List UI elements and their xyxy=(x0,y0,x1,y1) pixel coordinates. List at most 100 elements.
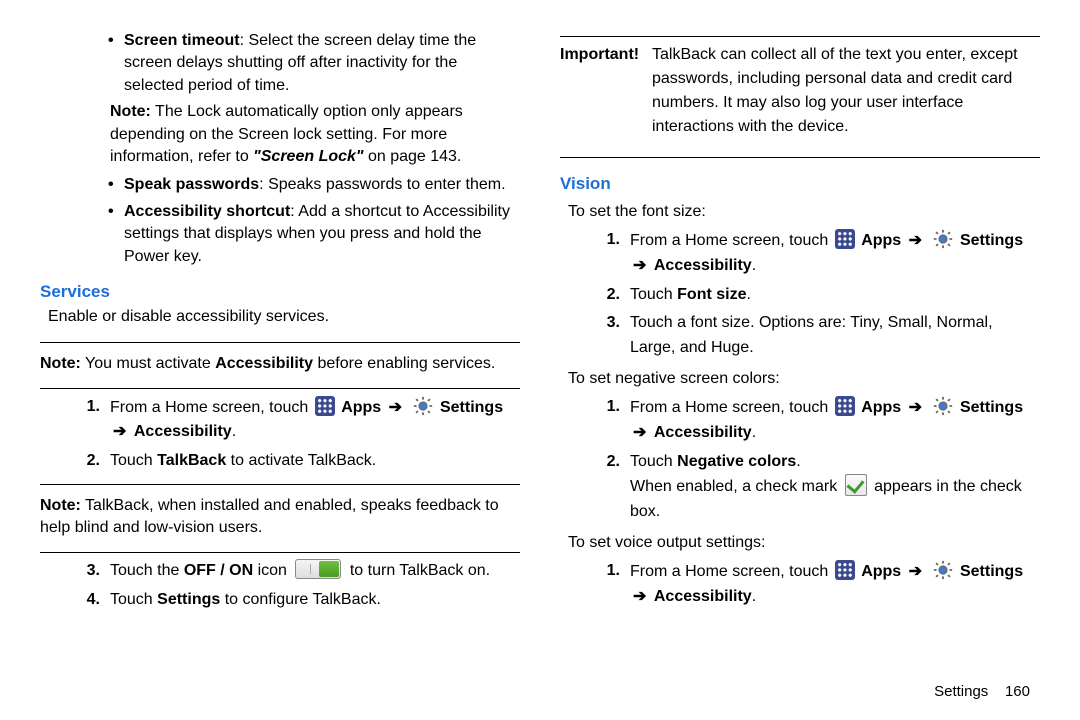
note-text: TalkBack, when installed and enabled, sp… xyxy=(40,497,499,536)
accessibility-label: Accessibility xyxy=(654,588,752,605)
checked-pre: When enabled, a check mark xyxy=(630,478,842,495)
accessibility-label: Accessibility xyxy=(134,423,232,440)
important-note: Important! TalkBack can collect all of t… xyxy=(560,43,1040,139)
note-text: You must activate xyxy=(81,355,215,372)
gear-icon xyxy=(932,559,954,581)
step-bold: OFF / ON xyxy=(184,562,253,579)
step-text: Touch xyxy=(630,453,677,470)
important-label: Important! xyxy=(560,43,652,139)
page-footer: Settings 160 xyxy=(560,669,1040,700)
arrow-icon: ➔ xyxy=(633,588,646,605)
footer-page: 160 xyxy=(1005,683,1030,700)
gear-icon xyxy=(932,395,954,417)
apps-label: Apps xyxy=(861,232,901,249)
steps-services: 1. From a Home screen, touch Apps ➔ Sett… xyxy=(40,395,520,478)
steps-voice: 1. From a Home screen, touch Apps ➔ Sett… xyxy=(560,559,1040,614)
vision-heading: Vision xyxy=(560,174,1040,194)
apps-icon xyxy=(315,396,335,416)
step-1: 1. From a Home screen, touch Apps ➔ Sett… xyxy=(560,395,1040,446)
step-text: Touch xyxy=(110,591,157,608)
step-1: 1. From a Home screen, touch Apps ➔ Sett… xyxy=(40,395,520,446)
divider xyxy=(40,484,520,485)
check-icon xyxy=(845,474,867,496)
right-column: Important! TalkBack can collect all of t… xyxy=(560,30,1040,700)
bullet-text: : Speaks passwords to enter them. xyxy=(259,176,505,193)
note-link[interactable]: "Screen Lock" xyxy=(253,148,363,165)
important-text: TalkBack can collect all of the text you… xyxy=(652,43,1040,139)
note-label: Note: xyxy=(40,355,81,372)
gear-icon xyxy=(412,395,434,417)
divider xyxy=(40,388,520,389)
settings-label: Settings xyxy=(960,399,1023,416)
bullet-label: Speak passwords xyxy=(124,176,259,193)
note-bold: Accessibility xyxy=(215,355,313,372)
arrow-icon: ➔ xyxy=(909,232,922,249)
bullet-icon: • xyxy=(108,201,118,268)
arrow-icon: ➔ xyxy=(909,399,922,416)
arrow-icon: ➔ xyxy=(113,423,126,440)
step-text: Touch the xyxy=(110,562,184,579)
bullet-screen-timeout: • Screen timeout: Select the screen dela… xyxy=(40,30,520,97)
services-heading: Services xyxy=(40,282,520,302)
note-accessibility: Note: You must activate Accessibility be… xyxy=(40,353,520,375)
steps-negative: 1. From a Home screen, touch Apps ➔ Sett… xyxy=(560,395,1040,529)
step-1: 1. From a Home screen, touch Apps ➔ Sett… xyxy=(560,559,1040,610)
step-2: 2. Touch TalkBack to activate TalkBack. xyxy=(40,449,520,474)
note-tail: before enabling services. xyxy=(313,355,495,372)
steps-fontsize: 1. From a Home screen, touch Apps ➔ Sett… xyxy=(560,228,1040,365)
step-text: From a Home screen, touch xyxy=(630,232,833,249)
apps-label: Apps xyxy=(341,399,381,416)
step-3: 3. Touch a font size. Options are: Tiny,… xyxy=(560,311,1040,361)
bullet-speak-passwords: • Speak passwords: Speaks passwords to e… xyxy=(40,174,520,196)
toggle-icon xyxy=(295,559,341,579)
step-2: 2. Touch Font size. xyxy=(560,283,1040,308)
voice-intro: To set voice output settings: xyxy=(560,531,1040,555)
bullet-icon: • xyxy=(108,30,118,97)
step-bold: Settings xyxy=(157,591,220,608)
note-talkback: Note: TalkBack, when installed and enabl… xyxy=(40,495,520,540)
divider xyxy=(560,36,1040,37)
step-text: Touch xyxy=(110,452,157,469)
note-label: Note: xyxy=(40,497,81,514)
bullet-icon: • xyxy=(108,174,118,196)
note-lock: Note: The Lock automatically option only… xyxy=(40,101,520,168)
step-text: From a Home screen, touch xyxy=(110,399,313,416)
apps-icon xyxy=(835,560,855,580)
step-mid: icon xyxy=(253,562,291,579)
step-tail: to activate TalkBack. xyxy=(226,452,376,469)
left-column: • Screen timeout: Select the screen dela… xyxy=(40,30,520,700)
note-prefix: Note: xyxy=(110,103,151,120)
footer-label: Settings xyxy=(934,683,988,700)
step-4: 4. Touch Settings to configure TalkBack. xyxy=(40,588,520,613)
apps-label: Apps xyxy=(861,563,901,580)
bullet-label: Accessibility shortcut xyxy=(124,203,290,220)
bullet-list-2: • Speak passwords: Speaks passwords to e… xyxy=(40,174,520,272)
apps-label: Apps xyxy=(861,399,901,416)
bullet-label: Screen timeout xyxy=(124,32,240,49)
step-3: 3. Touch the OFF / ON icon to turn TalkB… xyxy=(40,559,520,584)
gear-icon xyxy=(932,228,954,250)
steps-services-cont: 3. Touch the OFF / ON icon to turn TalkB… xyxy=(40,559,520,617)
apps-icon xyxy=(835,396,855,416)
step-text: From a Home screen, touch xyxy=(630,563,833,580)
negative-intro: To set negative screen colors: xyxy=(560,367,1040,391)
page: • Screen timeout: Select the screen dela… xyxy=(0,0,1080,720)
step-text: From a Home screen, touch xyxy=(630,399,833,416)
step-1: 1. From a Home screen, touch Apps ➔ Sett… xyxy=(560,228,1040,279)
settings-label: Settings xyxy=(960,563,1023,580)
step-2: 2. Touch Negative colors. When enabled, … xyxy=(560,450,1040,525)
apps-icon xyxy=(835,229,855,249)
step-tail: . xyxy=(746,286,750,303)
divider xyxy=(560,157,1040,158)
step-tail: to turn TalkBack on. xyxy=(345,562,490,579)
settings-label: Settings xyxy=(960,232,1023,249)
step-bold: TalkBack xyxy=(157,452,226,469)
arrow-icon: ➔ xyxy=(909,563,922,580)
step-text: Touch a font size. Options are: Tiny, Sm… xyxy=(630,311,1040,361)
step-bold: Negative colors xyxy=(677,453,796,470)
step-tail: . xyxy=(796,453,800,470)
divider xyxy=(40,552,520,553)
arrow-icon: ➔ xyxy=(633,257,646,274)
accessibility-label: Accessibility xyxy=(654,257,752,274)
accessibility-label: Accessibility xyxy=(654,424,752,441)
